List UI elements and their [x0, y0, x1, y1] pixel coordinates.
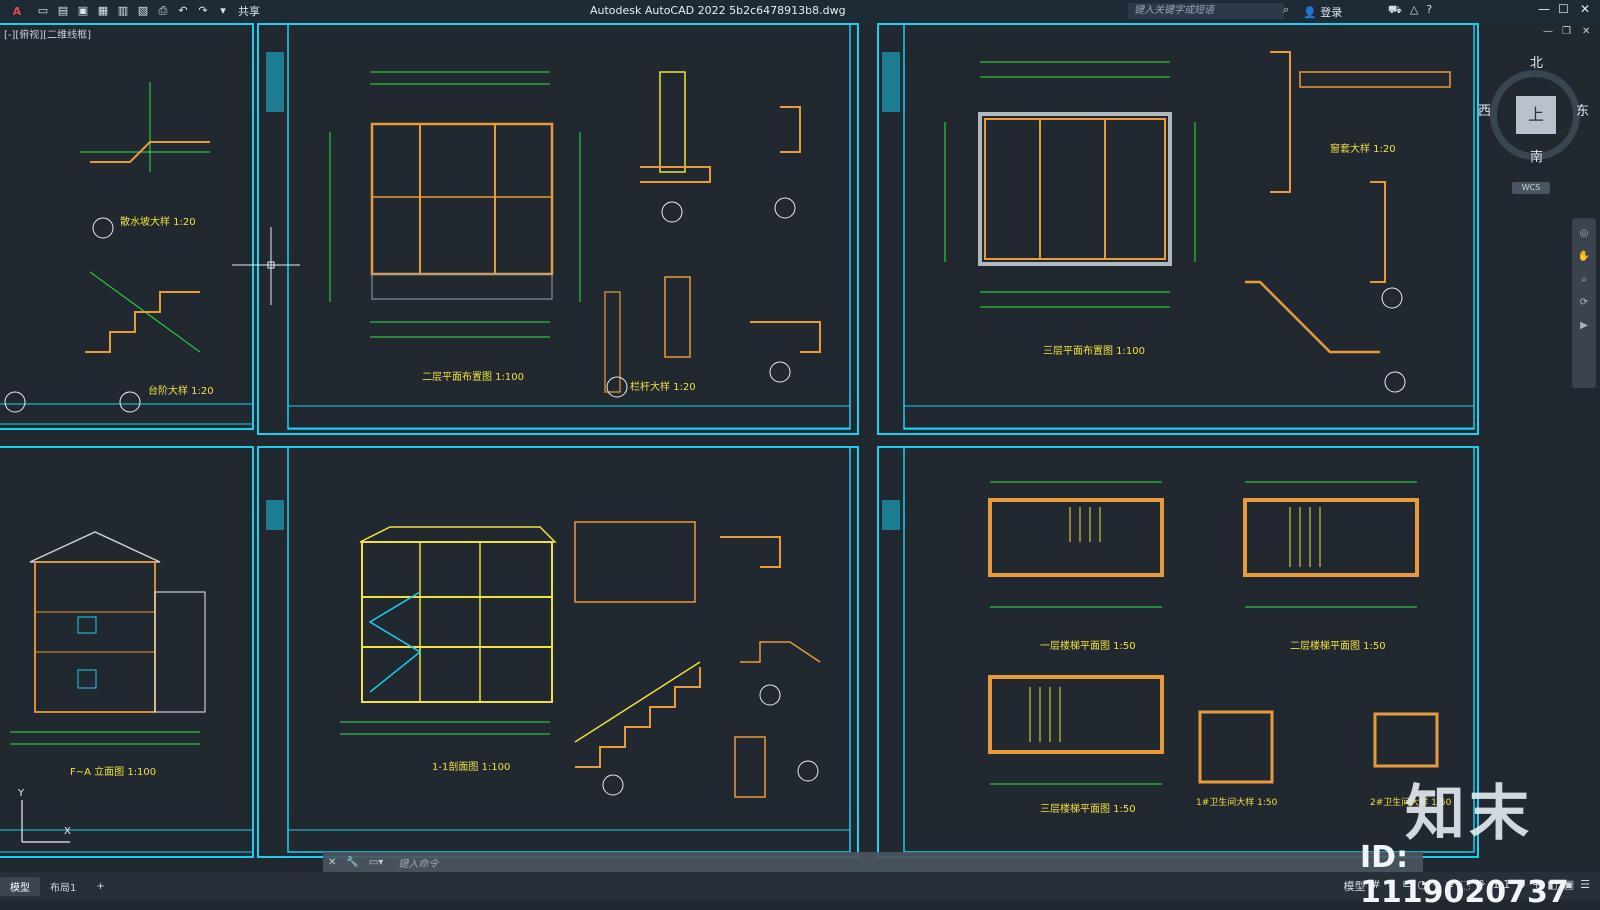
help-icon[interactable]: ? [1426, 3, 1432, 18]
compass-south[interactable]: 南 [1530, 146, 1543, 165]
bath-title-1: 1#卫生间大样 1:50 [1196, 796, 1278, 808]
sheet-2 [257, 23, 859, 435]
redo-icon[interactable]: ↷ [196, 4, 210, 18]
close-button[interactable]: ✕ [1580, 2, 1590, 16]
stair-title-3: 三层楼梯平面图 1:50 [1040, 802, 1136, 815]
detail-title-2: 台阶大样 1:20 [148, 384, 214, 397]
customize-toolbar-icon[interactable]: ▾ [216, 4, 230, 18]
doc-close-button[interactable]: ✕ [1582, 26, 1590, 37]
save-icon[interactable]: ▣ [76, 4, 90, 18]
detail-title-3: 栏杆大样 1:20 [630, 380, 696, 393]
drawing-svg: 散水坡大样 1:20 台阶大样 1:20 二层平面布置图 1:100 栏杆大样 … [0, 23, 1479, 858]
window-title: Autodesk AutoCAD 2022 5b2c6478913b8.dwg [590, 4, 846, 17]
login-button[interactable]: 👤 登录 [1303, 4, 1342, 20]
viewport-controls[interactable]: [-][俯视][二维线框] [4, 26, 91, 41]
compass-north[interactable]: 北 [1530, 52, 1543, 71]
command-line[interactable]: ✕ 🔧 ▭▾ 键入命令 [323, 852, 1423, 872]
ucs-icon: Y X [17, 788, 71, 843]
autodesk-app-icon[interactable]: △ [1410, 3, 1418, 18]
open-file-icon[interactable]: ▤ [56, 4, 70, 18]
tab-model[interactable]: 模型 [0, 876, 40, 896]
detail-title-1: 散水坡大样 1:20 [120, 215, 196, 228]
plan-title-2: 二层平面布置图 1:100 [422, 371, 524, 383]
showmotion-icon[interactable]: ▶ [1572, 320, 1596, 331]
title-right-icons: ⛟ △ ? [1388, 3, 1432, 18]
sheet-5 [257, 446, 859, 858]
command-input[interactable]: 键入命令 [398, 855, 438, 870]
steeringwheel-icon[interactable]: ◎ [1572, 228, 1596, 239]
plot-icon[interactable]: ▥ [116, 4, 130, 18]
autocad-app-menu-icon[interactable]: A [0, 0, 34, 22]
orbit-icon[interactable]: ⟳ [1572, 297, 1596, 308]
sheet-6 [877, 446, 1479, 858]
add-layout-button[interactable]: + [86, 879, 114, 894]
maximize-button[interactable]: ☐ [1558, 2, 1569, 16]
compass-west[interactable]: 西 [1478, 100, 1491, 119]
plan-title-5: 1-1剖面图 1:100 [432, 760, 510, 773]
plan-title-4: F~A 立面图 1:100 [70, 765, 156, 778]
doc-restore-button[interactable]: ❐ [1562, 26, 1571, 37]
crosshair-cursor [232, 227, 300, 305]
wcs-menu[interactable]: WCS [1512, 182, 1550, 194]
detail-title-4: 窗套大样 1:20 [1330, 142, 1396, 155]
cmd-customize-icon[interactable]: 🔧 [346, 857, 358, 868]
store-icon[interactable]: ⛟ [1388, 3, 1402, 18]
tab-layout1[interactable]: 布局1 [40, 877, 86, 896]
svg-text:X: X [64, 826, 71, 837]
doc-minimize-button[interactable]: — [1543, 26, 1553, 37]
cmd-close-icon[interactable]: ✕ [328, 857, 336, 868]
login-label: 登录 [1320, 6, 1343, 19]
search-icon[interactable]: ⌕ [1283, 3, 1289, 17]
viewcube-top-face[interactable]: 上 [1516, 96, 1556, 134]
pan-icon[interactable]: ✋ [1572, 251, 1596, 262]
compass-east[interactable]: 东 [1576, 100, 1589, 119]
navigation-bar[interactable]: ◎ ✋ ⌕ ⟳ ▶ [1572, 218, 1596, 388]
minimize-button[interactable]: — [1538, 2, 1550, 16]
sheet-4 [0, 446, 254, 858]
stair-title-2: 二层楼梯平面图 1:50 [1290, 639, 1386, 652]
share-button[interactable]: 共享 [238, 3, 260, 19]
cmd-recent-icon[interactable]: ▭▾ [369, 857, 383, 868]
svg-text:Y: Y [17, 788, 25, 799]
undo-icon[interactable]: ↶ [176, 4, 190, 18]
print-icon[interactable]: ⎙ [156, 4, 170, 18]
zoom-icon[interactable]: ⌕ [1572, 274, 1596, 285]
new-file-icon[interactable]: ▭ [36, 4, 50, 18]
publish-icon[interactable]: ▧ [136, 4, 150, 18]
plan-title-3: 三层平面布置图 1:100 [1043, 345, 1145, 357]
quick-access-toolbar: ▭ ▤ ▣ ▦ ▥ ▧ ⎙ ↶ ↷ ▾ [34, 4, 232, 18]
sheet-3 [877, 23, 1479, 435]
save-as-icon[interactable]: ▦ [96, 4, 110, 18]
title-bar: A ▭ ▤ ▣ ▦ ▥ ▧ ⎙ ↶ ↷ ▾ 共享 Autodesk AutoCA… [0, 0, 1600, 22]
stair-title-1: 一层楼梯平面图 1:50 [1040, 639, 1136, 652]
watermark-logo: 知末 [1405, 779, 1533, 849]
search-input[interactable]: 键入关键字或短语 [1128, 3, 1284, 19]
